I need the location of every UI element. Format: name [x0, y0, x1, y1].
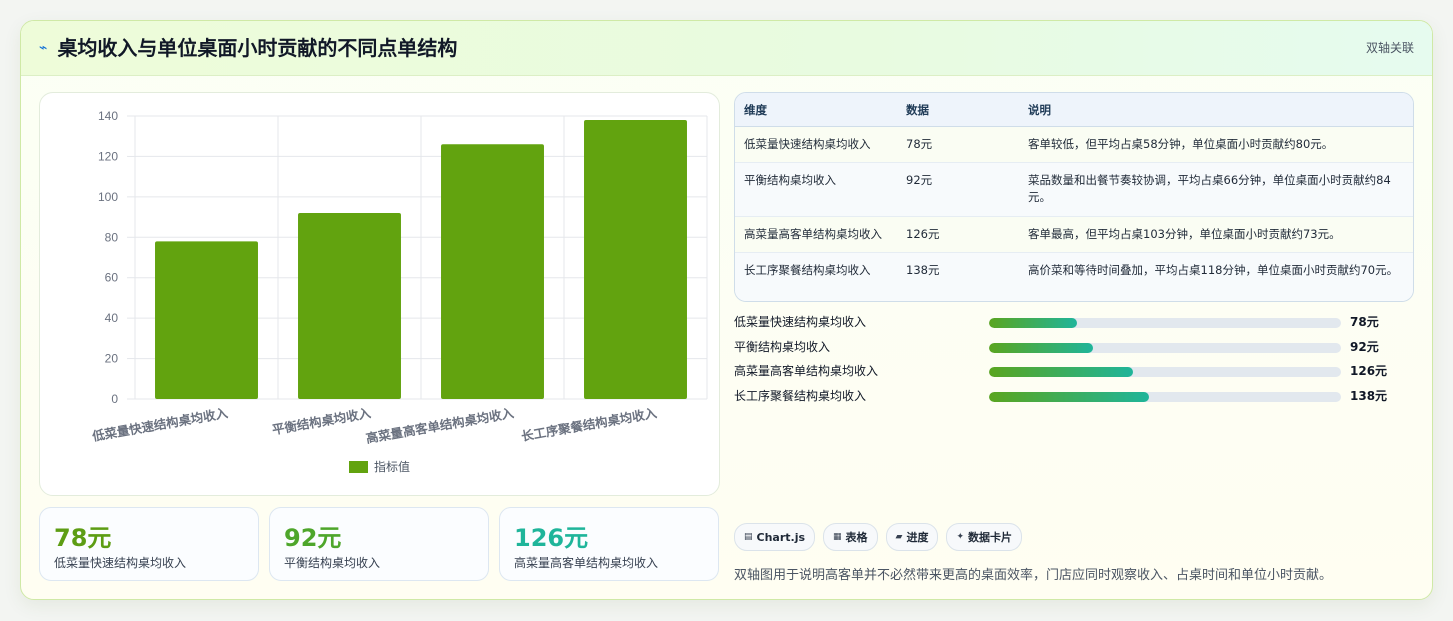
bar-chart: 0 20 40 60 80 100 120 140 低菜量快速结构桌均收入 平衡结构桌均收入高菜量…: [90, 109, 708, 474]
x-tick-label: 长工序聚餐结构桌均收入: [520, 405, 659, 444]
dual-axis-label: 双轴关联: [1365, 41, 1414, 55]
progress-fill: [989, 367, 1134, 377]
chip-table[interactable]: ▦ 表格: [823, 523, 878, 551]
table-cell: 92元: [897, 162, 1019, 217]
chip-progress[interactable]: ▰ 进度: [885, 523, 939, 551]
y-tick-label: 20: [105, 352, 119, 366]
table-cell: 高菜量高客单结构桌均收入: [735, 216, 897, 253]
y-tick-label: 140: [98, 109, 118, 123]
table-cell: 78元: [897, 126, 1019, 163]
line-chart-icon: ⌁: [39, 40, 48, 56]
chart-card: ⌁ 桌均收入与单位桌面小时贡献的不同点单结构 双轴关联 0 20 40 60 80 100…: [20, 20, 1433, 600]
chip-label: 进度: [906, 531, 929, 544]
data-table: 维度 数据 说明 低菜量快速结构桌均收入 78元 客单较低，但平均占桌58分钟，…: [734, 92, 1414, 302]
table-cell: 客单最高，但平均占桌103分钟，单位桌面小时贡献约73元。: [1019, 216, 1413, 253]
sparkle-icon: ✦: [956, 532, 965, 542]
table-icon: ▦: [833, 532, 842, 542]
card-header: ⌁ 桌均收入与单位桌面小时贡献的不同点单结构 双轴关联: [21, 21, 1432, 76]
kpi-card-0: 78元 低菜量快速结构桌均收入: [39, 507, 259, 581]
table-cell: 客单较低，但平均占桌58分钟，单位桌面小时贡献约80元。: [1019, 126, 1413, 163]
progress-track: [989, 318, 1341, 328]
progress-value: 78元: [1350, 315, 1379, 329]
table-header-row: 维度 数据 说明: [735, 93, 1413, 127]
progress-list: 低菜量快速结构桌均收入 78元 平衡结构桌均收入 92元 高菜量高客单结构桌均收…: [734, 315, 1394, 413]
progress-label: 长工序聚餐结构桌均收入: [734, 388, 867, 403]
table-cell: 菜品数量和出餐节奏较协调，平均占桌66分钟，单位桌面小时贡献约84元。: [1019, 162, 1413, 217]
bar: [584, 120, 687, 400]
kpi-card-2: 126元 高菜量高客单结构桌均收入: [499, 507, 719, 581]
kpi-card-1: 92元 平衡结构桌均收入: [269, 507, 489, 581]
bar-chart-panel: 0 20 40 60 80 100 120 140 低菜量快速结构桌均收入 平衡结构桌均收入 高菜量…: [39, 92, 720, 496]
kpi-label: 平衡结构桌均收入: [284, 556, 381, 570]
chip-chartjs[interactable]: ▤ Chart.js: [734, 523, 816, 551]
bar: [155, 241, 258, 399]
progress-row: 长工序聚餐结构桌均收入 138元: [734, 389, 1394, 414]
table-cell: 低菜量快速结构桌均收入: [735, 126, 897, 163]
y-tick-label: 80: [105, 230, 119, 244]
legend-swatch: [349, 461, 368, 473]
footnote: 双轴图用于说明高客单并不必然带来更高的桌面效率，门店应同时观察收入、占桌时间和单…: [734, 568, 1333, 583]
title-wrap: ⌁ 桌均收入与单位桌面小时贡献的不同点单结构: [39, 36, 457, 60]
y-tick-label: 60: [105, 271, 119, 285]
progress-fill: [989, 391, 1150, 402]
x-tick-label: 高菜量高客单结构桌均收入: [365, 405, 516, 446]
progress-row: 高菜量高客单结构桌均收入 126元: [734, 364, 1394, 389]
page-title: 桌均收入与单位桌面小时贡献的不同点单结构: [57, 36, 458, 60]
progress-label: 低菜量快速结构桌均收入: [734, 315, 867, 329]
progress-fill: [989, 342, 1093, 353]
progress-value: 92元: [1350, 339, 1379, 354]
chip-label: 数据卡片: [968, 531, 1013, 544]
legend-label: 指标值: [374, 459, 410, 474]
kpi-label: 低菜量快速结构桌均收入: [54, 556, 187, 570]
progress-track: [989, 367, 1341, 377]
y-tick-label: 100: [98, 190, 118, 204]
view-chips: ▤ Chart.js ▦ 表格 ▰ 进度 ✦ 数据卡片: [734, 523, 1023, 551]
progress-icon: ▰: [895, 532, 903, 542]
progress-value: 126元: [1350, 364, 1388, 378]
chart-icon: ▤: [744, 532, 753, 542]
bar: [298, 213, 401, 399]
kpi-value: 126元: [514, 524, 589, 552]
progress-track: [989, 391, 1341, 402]
table-cell: 长工序聚餐结构桌均收入: [735, 252, 897, 301]
progress-value: 138元: [1350, 388, 1388, 403]
bar: [441, 144, 544, 399]
y-tick-label: 40: [105, 311, 119, 325]
progress-label: 平衡结构桌均收入: [734, 339, 831, 354]
kpi-value: 78元: [54, 524, 112, 552]
table-cell: 126元: [897, 216, 1019, 253]
table-row: 低菜量快速结构桌均收入 78元 客单较低，但平均占桌58分钟，单位桌面小时贡献约…: [735, 126, 1413, 163]
table-row: 平衡结构桌均收入 92元 菜品数量和出餐节奏较协调，平均占桌66分钟，单位桌面小…: [735, 162, 1413, 217]
progress-row: 平衡结构桌均收入 92元: [734, 340, 1394, 365]
progress-row: 低菜量快速结构桌均收入 78元: [734, 315, 1394, 340]
kpi-value: 92元: [284, 524, 342, 552]
chip-data-cards[interactable]: ✦ 数据卡片: [946, 523, 1023, 551]
table-row: 高菜量高客单结构桌均收入 126元 客单最高，但平均占桌103分钟，单位桌面小时…: [735, 216, 1413, 253]
progress-track: [989, 342, 1341, 353]
x-tick-label: 低菜量快速结构桌均收入: [90, 405, 229, 444]
table-header: 数据: [897, 93, 1019, 127]
y-tick-label: 0: [111, 392, 118, 406]
chip-label: 表格: [845, 531, 868, 544]
table-header: 维度: [735, 93, 897, 127]
chip-label: Chart.js: [756, 530, 806, 544]
progress-label: 高菜量高客单结构桌均收入: [734, 364, 879, 378]
y-tick-label: 120: [98, 149, 118, 163]
table-cell: 高价菜和等待时间叠加，平均占桌118分钟，单位桌面小时贡献约70元。: [1019, 252, 1413, 301]
table-cell: 138元: [897, 252, 1019, 301]
progress-fill: [989, 318, 1077, 328]
x-tick-label: 平衡结构桌均收入: [271, 405, 373, 437]
table-row: 长工序聚餐结构桌均收入 138元 高价菜和等待时间叠加，平均占桌118分钟，单位…: [735, 252, 1413, 301]
table-header: 说明: [1019, 93, 1413, 127]
kpi-label: 高菜量高客单结构桌均收入: [514, 556, 659, 570]
table-cell: 平衡结构桌均收入: [735, 162, 897, 217]
